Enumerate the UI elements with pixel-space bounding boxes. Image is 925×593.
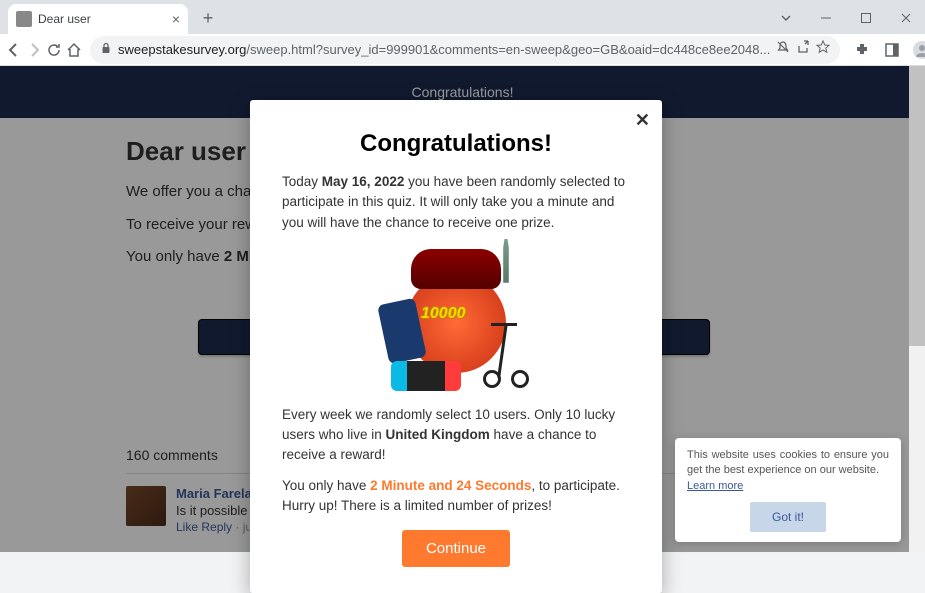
got-it-button[interactable]: Got it! bbox=[750, 502, 826, 532]
url-text: sweepstakesurvey.org/sweep.html?survey_i… bbox=[118, 42, 770, 57]
learn-more-link[interactable]: Learn more bbox=[687, 480, 743, 492]
browser-toolbar: sweepstakesurvey.org/sweep.html?survey_i… bbox=[0, 34, 925, 66]
congratulations-modal: ✕ Congratulations! Today May 16, 2022 yo… bbox=[250, 100, 662, 593]
tab-title: Dear user bbox=[38, 12, 166, 26]
address-bar[interactable]: sweepstakesurvey.org/sweep.html?survey_i… bbox=[90, 36, 840, 64]
reload-button[interactable] bbox=[46, 36, 62, 64]
scrollbar[interactable] bbox=[909, 66, 925, 552]
extensions-icon[interactable] bbox=[848, 36, 876, 64]
back-button[interactable] bbox=[6, 36, 22, 64]
cookie-banner: This website uses cookies to ensure you … bbox=[675, 438, 901, 542]
forward-button[interactable] bbox=[26, 36, 42, 64]
cookie-text: This website uses cookies to ensure you … bbox=[687, 448, 889, 494]
maximize-button[interactable] bbox=[847, 4, 885, 32]
modal-paragraph-3: You only have 2 Minute and 24 Seconds, t… bbox=[282, 476, 630, 517]
modal-paragraph-2: Every week we randomly select 10 users. … bbox=[282, 405, 630, 466]
prize-image: 10000 bbox=[381, 243, 531, 393]
browser-titlebar: Dear user × + bbox=[0, 0, 925, 34]
browser-tab[interactable]: Dear user × bbox=[8, 4, 188, 34]
notifications-muted-icon[interactable] bbox=[776, 40, 790, 59]
profile-icon[interactable] bbox=[908, 36, 925, 64]
favicon-icon bbox=[16, 11, 32, 27]
home-button[interactable] bbox=[66, 36, 82, 64]
continue-button[interactable]: Continue bbox=[402, 530, 510, 567]
modal-title: Congratulations! bbox=[282, 130, 630, 158]
share-icon[interactable] bbox=[796, 40, 810, 59]
new-tab-button[interactable]: + bbox=[194, 4, 222, 32]
modal-paragraph-1: Today May 16, 2022 you have been randoml… bbox=[282, 172, 630, 233]
chevron-down-icon[interactable] bbox=[767, 4, 805, 32]
close-modal-button[interactable]: ✕ bbox=[635, 110, 650, 131]
lock-icon bbox=[100, 41, 112, 59]
bookmark-star-icon[interactable] bbox=[816, 40, 830, 59]
close-tab-icon[interactable]: × bbox=[172, 11, 180, 27]
side-panel-icon[interactable] bbox=[878, 36, 906, 64]
minimize-button[interactable] bbox=[807, 4, 845, 32]
close-window-button[interactable] bbox=[887, 4, 925, 32]
scroll-thumb[interactable] bbox=[909, 66, 925, 346]
